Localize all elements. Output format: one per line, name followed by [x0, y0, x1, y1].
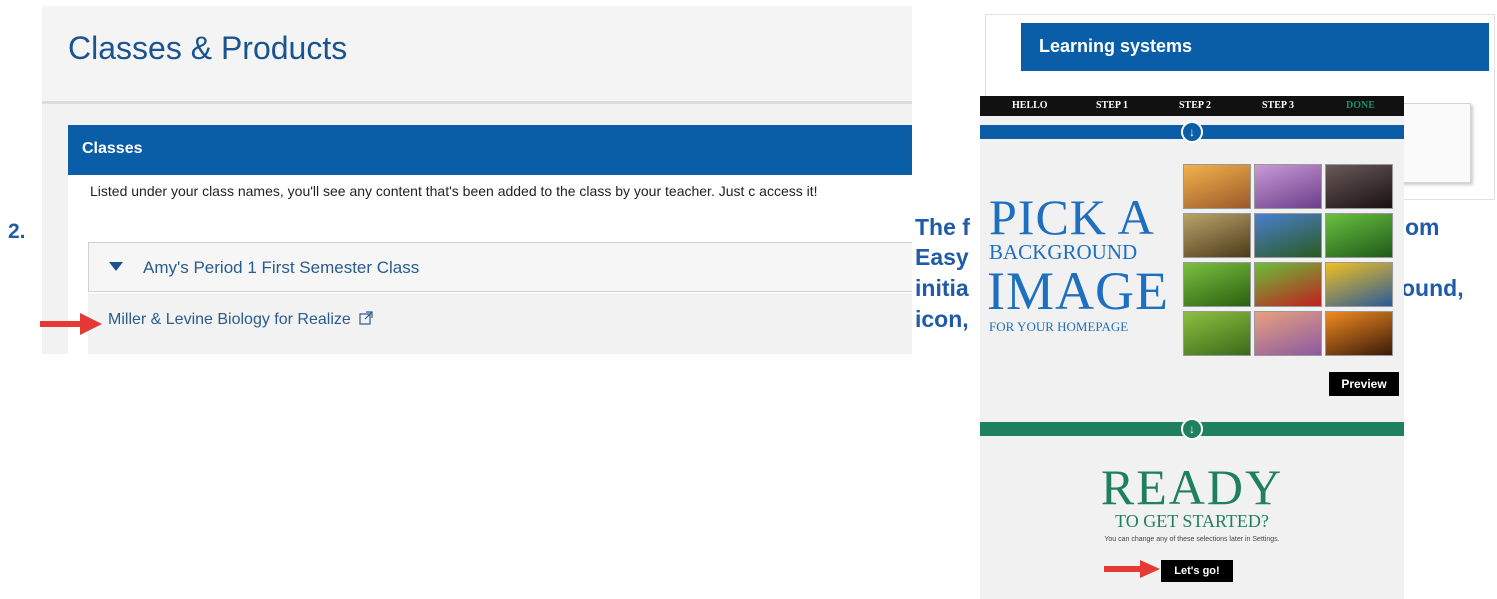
onboarding-steps-nav: HELLO STEP 1 STEP 2 STEP 3 DONE — [980, 96, 1404, 116]
background-thumbnail-leaf-insect[interactable] — [1183, 213, 1251, 258]
class-name[interactable]: Amy's Period 1 First Semester Class — [143, 258, 419, 278]
background-thumbnail-sunset-field[interactable] — [1183, 164, 1251, 209]
preview-button[interactable]: Preview — [1329, 372, 1399, 396]
classes-section-title: Classes — [82, 140, 143, 157]
page-title: Classes & Products — [68, 30, 348, 66]
classes-section-body: Listed under your class names, you'll se… — [68, 175, 912, 354]
background-thumbnail-sunflowers[interactable] — [1325, 262, 1393, 307]
product-link[interactable]: Miller & Levine Biology for Realize — [108, 311, 373, 329]
step-number: 2. — [8, 220, 26, 243]
ready-heading: READY — [1100, 459, 1284, 515]
pointer-arrow-icon — [1104, 560, 1160, 578]
nav-step-1[interactable]: STEP 1 — [1096, 100, 1128, 111]
settings-note: You can change any of these selections l… — [1104, 536, 1280, 543]
lets-go-button[interactable]: Let's go! — [1161, 560, 1233, 582]
background-thumbnail-pyramids[interactable] — [1325, 311, 1393, 356]
pointer-arrow-icon — [40, 313, 102, 335]
nav-hello[interactable]: HELLO — [1012, 100, 1048, 111]
get-started-heading: TO GET STARTED? — [1115, 511, 1269, 531]
caret-down-icon[interactable] — [109, 262, 123, 271]
classes-intro-text: Listed under your class names, you'll se… — [90, 183, 818, 199]
image-heading: IMAGE — [987, 261, 1169, 321]
background-thumbnail-green-leaves[interactable] — [1183, 262, 1251, 307]
nav-step-3[interactable]: STEP 3 — [1262, 100, 1294, 111]
overlay-line-4: icon, — [915, 306, 969, 332]
overlay-line-1-end: om — [1405, 214, 1440, 240]
page-header: Classes & Products — [42, 6, 912, 104]
overlay-line-2: Easy — [915, 244, 969, 270]
background-thumbnail-pier-sunset[interactable] — [1254, 311, 1322, 356]
product-row: Miller & Levine Biology for Realize — [88, 293, 912, 354]
nav-done[interactable]: DONE — [1346, 100, 1375, 111]
background-thumbnail-strawberry[interactable] — [1254, 262, 1322, 307]
overlay-line-3: initia — [915, 275, 969, 301]
learning-systems-header: Learning systems — [1021, 23, 1489, 71]
class-accordion-row[interactable]: Amy's Period 1 First Semester Class — [88, 242, 912, 292]
classes-products-screenshot: Classes & Products Classes Listed under … — [42, 6, 912, 354]
classes-section-header: Classes — [68, 125, 912, 175]
background-thumbnail-tea-fields[interactable] — [1183, 311, 1251, 356]
overlay-line-3-end: ound, — [1401, 275, 1464, 301]
down-arrow-circle-icon[interactable]: ↓ — [1181, 121, 1203, 143]
nav-step-2[interactable]: STEP 2 — [1179, 100, 1211, 111]
background-thumbnail-nebula[interactable] — [1325, 164, 1393, 209]
learning-systems-title: Learning systems — [1039, 36, 1193, 56]
product-link-label[interactable]: Miller & Levine Biology for Realize — [108, 311, 351, 328]
background-thumbnail-tree-frog[interactable] — [1325, 213, 1393, 258]
onboarding-screenshot: HELLO STEP 1 STEP 2 STEP 3 DONE ↓ PICK A… — [980, 96, 1404, 599]
for-homepage-heading: FOR YOUR HOMEPAGE — [989, 319, 1129, 334]
pick-a-heading: PICK A — [989, 189, 1155, 245]
down-arrow-circle-icon[interactable]: ↓ — [1181, 418, 1203, 440]
external-link-icon[interactable] — [359, 311, 373, 325]
overlay-line-1: The f — [915, 214, 970, 240]
background-thumbnail-butterfly[interactable] — [1254, 164, 1322, 209]
background-thumbnail-bluebonnets[interactable] — [1254, 213, 1322, 258]
